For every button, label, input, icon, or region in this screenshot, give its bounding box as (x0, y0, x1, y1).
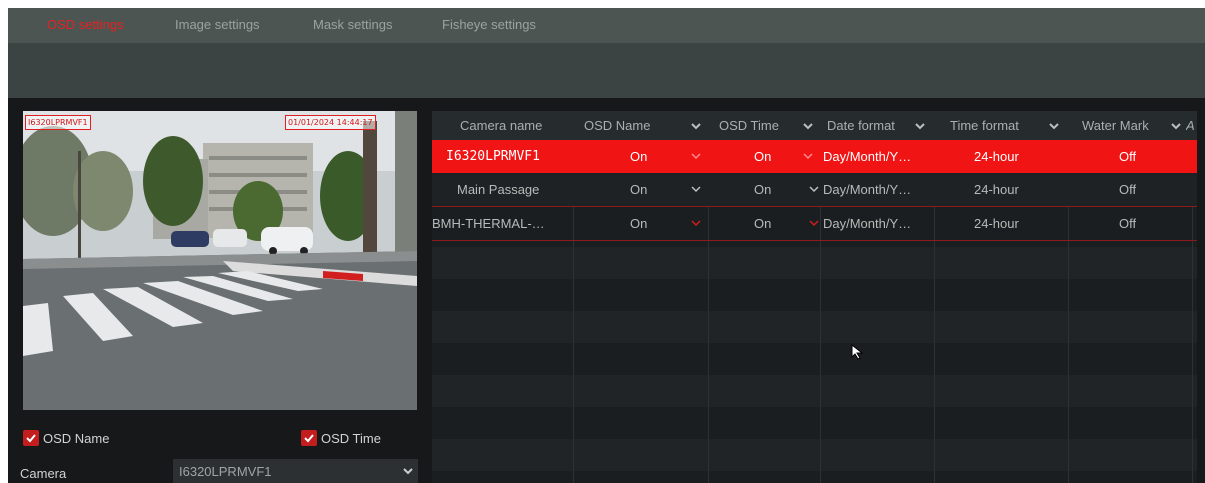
osd-time-checkbox[interactable]: OSD Time (301, 430, 381, 446)
camera-select[interactable]: I6320LPRMVF1 (173, 459, 418, 483)
osd-name-cell[interactable]: On (630, 140, 647, 173)
camera-select-value: I6320LPRMVF1 (179, 464, 272, 479)
checkmark-icon (301, 430, 317, 446)
column-header-camera-name: Camera name (460, 118, 543, 133)
mouse-cursor-icon (851, 344, 864, 360)
tab-bar: OSD settings Image settings Mask setting… (8, 8, 1205, 43)
water-mark-cell[interactable]: Off (1119, 173, 1136, 206)
osd-name-label: OSD Name (43, 430, 110, 446)
osd-name-cell[interactable]: On (630, 207, 647, 240)
chevron-down-icon[interactable] (914, 122, 926, 131)
chevron-down-icon (402, 464, 414, 482)
date-format-cell[interactable]: Day/Month/Y… (823, 140, 911, 173)
osd-name-checkbox[interactable]: OSD Name (23, 430, 109, 446)
chevron-down-icon[interactable] (802, 152, 814, 161)
chevron-down-icon[interactable] (690, 152, 702, 161)
camera-name-cell: Main Passage (457, 182, 540, 197)
table-row[interactable]: I6320LPRMVF1 On On Day/Month/Y… 24-hour … (432, 140, 1197, 173)
checkmark-icon (23, 430, 39, 446)
camera-label: Camera (20, 466, 67, 481)
osd-settings-table: Camera name OSD Name OSD Time Date forma… (432, 111, 1197, 483)
tab-fisheye-settings[interactable]: Fisheye settings (442, 17, 536, 32)
chevron-down-icon[interactable] (690, 185, 702, 194)
osd-name-cell[interactable]: On (630, 173, 647, 206)
table-row[interactable]: Main Passage On On Day/Month/Y… 24-hour … (432, 173, 1197, 207)
water-mark-cell[interactable]: Off (1119, 207, 1136, 240)
tab-osd-settings[interactable]: OSD settings (47, 17, 124, 32)
osd-time-cell[interactable]: On (754, 173, 771, 206)
tab-mask-settings[interactable]: Mask settings (313, 17, 392, 32)
camera-preview-image (23, 111, 417, 410)
tab-image-settings[interactable]: Image settings (175, 17, 260, 32)
time-format-cell[interactable]: 24-hour (974, 173, 1019, 206)
osd-name-overlay: I6320LPRMVF1 (25, 115, 91, 130)
osd-time-cell[interactable]: On (754, 140, 771, 173)
toolbar-strip (8, 43, 1205, 98)
column-header-time-format[interactable]: Time format (950, 111, 1019, 140)
column-header-osd-name[interactable]: OSD Name (584, 111, 650, 140)
time-format-cell[interactable]: 24-hour (974, 140, 1019, 173)
column-header-truncated: A (1186, 118, 1195, 133)
chevron-down-icon[interactable] (808, 185, 820, 194)
main-content: I6320LPRMVF1 01/01/2024 14:44:17 OSD Nam… (8, 98, 1205, 483)
osd-time-cell[interactable]: On (754, 207, 771, 240)
column-header-date-format[interactable]: Date format (827, 111, 895, 140)
date-format-cell[interactable]: Day/Month/Y… (823, 173, 911, 206)
camera-preview: I6320LPRMVF1 01/01/2024 14:44:17 (23, 111, 417, 410)
chevron-down-icon[interactable] (1048, 122, 1060, 131)
osd-time-overlay: 01/01/2024 14:44:17 (285, 115, 376, 130)
table-header: Camera name OSD Name OSD Time Date forma… (432, 111, 1197, 140)
chevron-down-icon[interactable] (1170, 122, 1182, 131)
time-format-cell[interactable]: 24-hour (974, 207, 1019, 240)
date-format-cell[interactable]: Day/Month/Y… (823, 207, 911, 240)
chevron-down-icon[interactable] (690, 219, 702, 228)
water-mark-cell[interactable]: Off (1119, 140, 1136, 173)
camera-name-cell: I6320LPRMVF1 (446, 149, 540, 164)
chevron-down-icon[interactable] (690, 122, 702, 131)
table-row[interactable]: BMH-THERMAL-… On On Day/Month/Y… 24-hour… (432, 207, 1197, 241)
column-header-water-mark[interactable]: Water Mark (1082, 111, 1149, 140)
chevron-down-icon[interactable] (808, 219, 820, 228)
camera-name-cell: BMH-THERMAL-… (432, 216, 545, 231)
column-header-osd-time[interactable]: OSD Time (719, 111, 779, 140)
osd-time-label: OSD Time (321, 430, 381, 446)
osd-settings-window: OSD settings Image settings Mask setting… (8, 8, 1205, 483)
chevron-down-icon[interactable] (802, 122, 814, 131)
